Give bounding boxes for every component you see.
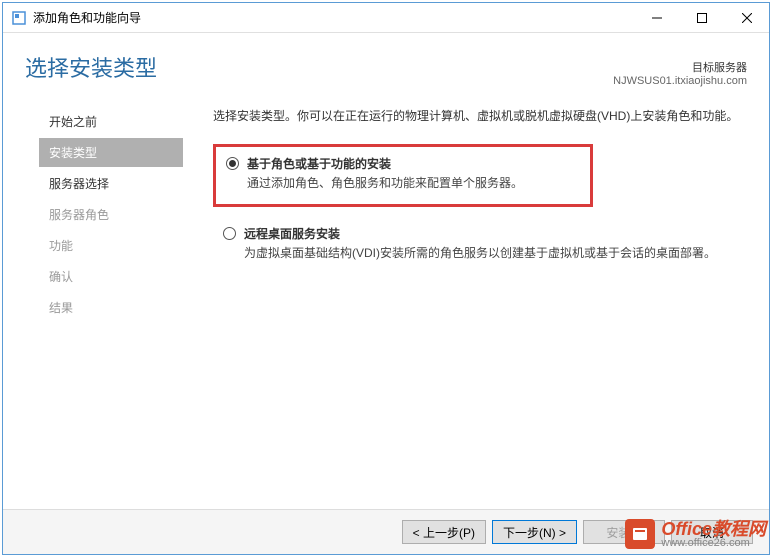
server-value: NJWSUS01.itxiaojishu.com (613, 75, 747, 87)
intro-text: 选择安装类型。你可以在正在运行的物理计算机、虚拟机或脱机虚拟硬盘(VHD)上安装… (213, 107, 751, 126)
option-role-based-content: 基于角色或基于功能的安装 通过添加角色、角色服务和功能来配置单个服务器。 (247, 155, 576, 192)
option-rds-desc: 为虚拟桌面基础结构(VDI)安装所需的角色服务以创建基于虚拟机或基于会话的桌面部… (244, 244, 737, 262)
install-button: 安装(I) (583, 520, 665, 544)
next-button[interactable]: 下一步(N) > (492, 520, 577, 544)
header: 选择安装类型 目标服务器 NJWSUS01.itxiaojishu.com (3, 33, 769, 97)
footer: < 上一步(P) 下一步(N) > 安装(I) 取消 (3, 509, 769, 554)
close-button[interactable] (724, 3, 769, 32)
option-rds-block: 远程桌面服务安装 为虚拟桌面基础结构(VDI)安装所需的角色服务以创建基于虚拟机… (213, 219, 751, 274)
sidebar-item-installation-type[interactable]: 安装类型 (39, 138, 183, 167)
option-role-based[interactable]: 基于角色或基于功能的安装 通过添加角色、角色服务和功能来配置单个服务器。 (226, 155, 576, 192)
sidebar-item-before-you-begin[interactable]: 开始之前 (39, 107, 183, 136)
content-panel: 选择安装类型。你可以在正在运行的物理计算机、虚拟机或脱机虚拟硬盘(VHD)上安装… (183, 103, 769, 509)
maximize-button[interactable] (679, 3, 724, 32)
server-info: 目标服务器 NJWSUS01.itxiaojishu.com (613, 59, 747, 87)
previous-button[interactable]: < 上一步(P) (402, 520, 486, 544)
server-label: 目标服务器 (613, 59, 747, 75)
main-area: 开始之前 安装类型 服务器选择 服务器角色 功能 确认 结果 选择安装类型。你可… (3, 97, 769, 509)
sidebar-item-results: 结果 (39, 293, 183, 322)
page-heading: 选择安装类型 (25, 51, 157, 83)
sidebar-item-server-selection[interactable]: 服务器选择 (39, 169, 183, 198)
option-role-based-title: 基于角色或基于功能的安装 (247, 155, 576, 172)
sidebar: 开始之前 安装类型 服务器选择 服务器角色 功能 确认 结果 (3, 103, 183, 509)
cancel-button[interactable]: 取消 (671, 520, 753, 544)
option-rds-content: 远程桌面服务安装 为虚拟桌面基础结构(VDI)安装所需的角色服务以创建基于虚拟机… (244, 225, 737, 262)
window-controls (634, 3, 769, 32)
titlebar: 添加角色和功能向导 (3, 3, 769, 33)
option-rds-title: 远程桌面服务安装 (244, 225, 737, 242)
wizard-window: 添加角色和功能向导 选择安装类型 目标服务器 NJWSUS01.itxiaoji… (2, 2, 770, 555)
radio-role-based[interactable] (226, 157, 239, 170)
window-title: 添加角色和功能向导 (33, 9, 634, 26)
sidebar-item-confirmation: 确认 (39, 262, 183, 291)
app-icon (11, 10, 27, 26)
sidebar-item-server-roles: 服务器角色 (39, 200, 183, 229)
radio-rds[interactable] (223, 227, 236, 240)
option-rds[interactable]: 远程桌面服务安装 为虚拟桌面基础结构(VDI)安装所需的角色服务以创建基于虚拟机… (223, 225, 737, 262)
minimize-button[interactable] (634, 3, 679, 32)
option-role-based-desc: 通过添加角色、角色服务和功能来配置单个服务器。 (247, 174, 576, 192)
content: 选择安装类型 目标服务器 NJWSUS01.itxiaojishu.com 开始… (3, 33, 769, 554)
sidebar-item-features: 功能 (39, 231, 183, 260)
option-role-based-highlight: 基于角色或基于功能的安装 通过添加角色、角色服务和功能来配置单个服务器。 (213, 144, 593, 207)
